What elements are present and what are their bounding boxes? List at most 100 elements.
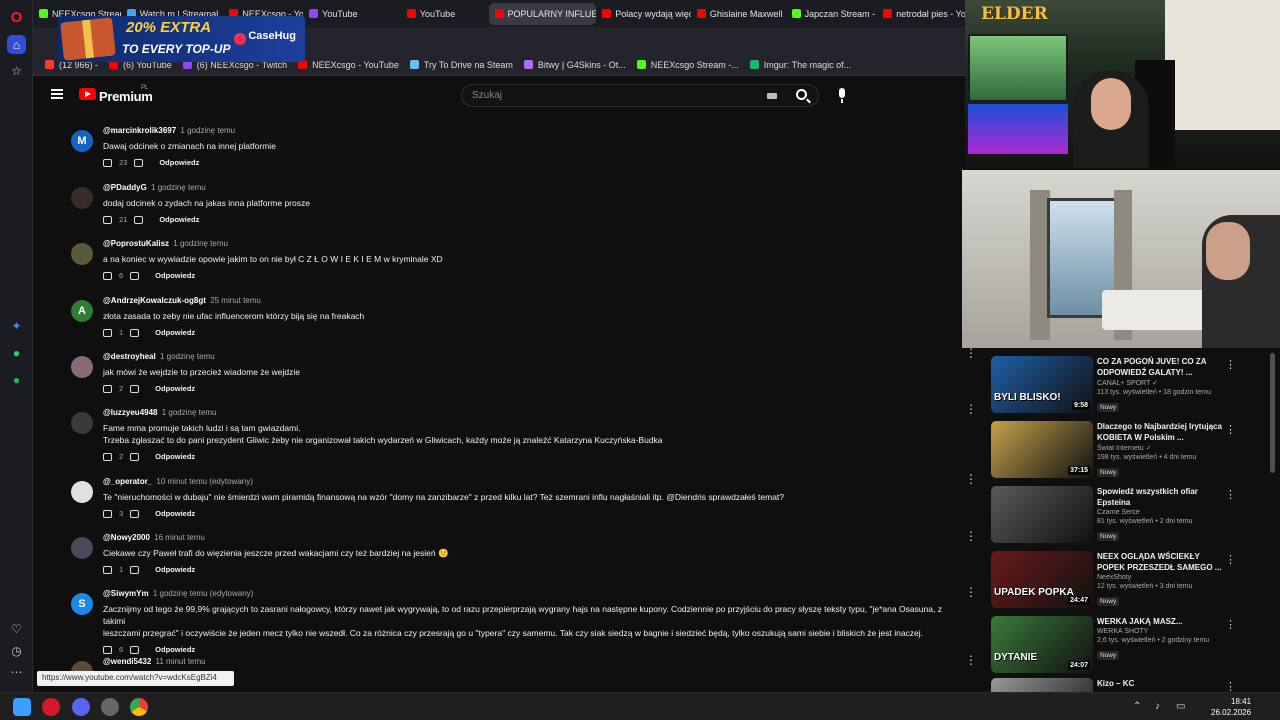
video-title[interactable]: NEEX OGLĄDA WŚCIEKŁY POPEK PRZESZEDŁ SAM…: [1097, 551, 1222, 573]
comment-author[interactable]: @wendi5432: [103, 657, 151, 666]
video-thumbnail[interactable]: BYLI BLISKO! 9:58: [991, 356, 1093, 413]
comment-author[interactable]: @SiwymYm: [103, 589, 149, 598]
comment-author[interactable]: @PoprostuKalisz: [103, 239, 169, 248]
browser-tab[interactable]: Japczan Stream - V: [786, 3, 877, 25]
reply-button[interactable]: Odpowiedz: [155, 645, 195, 654]
avatar[interactable]: [71, 481, 93, 503]
reply-button[interactable]: Odpowiedz: [155, 384, 195, 393]
recommended-video[interactable]: BYLI BLISKO! 9:58 CO ZA POGOŃ JUVE! CO ZA …: [991, 356, 1271, 416]
dislike-icon[interactable]: [130, 509, 140, 518]
browser-tab[interactable]: YouTube: [303, 3, 401, 25]
windows-start-icon[interactable]: [13, 698, 31, 716]
casehug-ad-banner[interactable]: 20% EXTRA TO EVERY TOP-UP CaseHug: [58, 16, 305, 62]
recommended-video[interactable]: Spowiedź wszystkich ofiar Epsteina Czarne…: [991, 486, 1271, 546]
dislike-icon[interactable]: [130, 452, 140, 461]
youtube-brand[interactable]: Premium: [99, 89, 153, 104]
reply-button[interactable]: Odpowiedz: [155, 271, 195, 280]
whatsapp-icon[interactable]: ●: [7, 343, 26, 362]
youtube-logo-icon[interactable]: [79, 88, 96, 100]
avatar[interactable]: [71, 356, 93, 378]
video-menu-icon[interactable]: ⋮: [1225, 423, 1236, 436]
like-icon[interactable]: [103, 565, 112, 574]
comment-author[interactable]: @marcinkrolik3697: [103, 126, 176, 135]
avatar[interactable]: [71, 537, 93, 559]
settings-taskbar-icon[interactable]: [101, 698, 119, 716]
comment-menu-icon[interactable]: ⋮: [965, 653, 977, 667]
comment-time[interactable]: 10 minut temu (edytowany): [156, 477, 253, 486]
comment-menu-icon[interactable]: ⋮: [965, 529, 977, 543]
dislike-icon[interactable]: [130, 565, 140, 574]
video-menu-icon[interactable]: ⋮: [1225, 488, 1236, 501]
video-menu-icon[interactable]: ⋮: [1225, 618, 1236, 631]
video-menu-icon[interactable]: ⋮: [1225, 553, 1236, 566]
channel-name[interactable]: Świat Internetu ✓: [1097, 444, 1222, 452]
comment-menu-icon[interactable]: ⋮: [965, 346, 977, 360]
comment-author[interactable]: @luzzyeu4948: [103, 408, 158, 417]
video-thumbnail[interactable]: [991, 678, 1093, 692]
comment-time[interactable]: 1 godzinę temu: [180, 126, 235, 135]
more-icon[interactable]: ⋯: [7, 662, 26, 681]
channel-name[interactable]: Czarne Serce: [1097, 509, 1222, 516]
video-thumbnail[interactable]: [991, 486, 1093, 543]
bookmark-item[interactable]: NEEXcsgo - YouTube: [298, 60, 399, 70]
comment-time[interactable]: 1 godzinę temu: [162, 408, 217, 417]
browser-tab[interactable]: YouTube: [401, 3, 489, 25]
comment-time[interactable]: 11 minut temu: [156, 657, 206, 666]
video-title[interactable]: WERKA JAKĄ MASZ...: [1097, 616, 1222, 627]
comment-time[interactable]: 1 godzinę temu (edytowany): [153, 589, 254, 598]
video-title[interactable]: Spowiedź wszystkich ofiar Epsteina: [1097, 486, 1222, 508]
home-icon[interactable]: ⌂: [7, 35, 26, 54]
dislike-icon[interactable]: [130, 384, 140, 393]
dislike-icon[interactable]: [130, 328, 140, 337]
like-icon[interactable]: [103, 215, 112, 224]
like-icon[interactable]: [103, 509, 112, 518]
comment-time[interactable]: 25 minut temu: [210, 296, 261, 305]
microphone-icon[interactable]: [832, 86, 852, 106]
video-title[interactable]: Kizo – KC: [1097, 678, 1222, 689]
like-icon[interactable]: [103, 158, 112, 167]
video-menu-icon[interactable]: ⋮: [1225, 680, 1236, 692]
video-thumbnail[interactable]: UPADEK POPKA 24:47: [991, 551, 1093, 608]
chrome-taskbar-icon[interactable]: [130, 698, 148, 716]
reply-button[interactable]: Odpowiedz: [155, 509, 195, 518]
video-thumbnail[interactable]: 37:15: [991, 421, 1093, 478]
search-box[interactable]: Szukaj: [461, 84, 819, 107]
video-title[interactable]: CO ZA POGOŃ JUVE! CO ZA ODPOWIEDŹ GALATY…: [1097, 356, 1222, 378]
avatar[interactable]: M: [71, 130, 93, 152]
avatar[interactable]: [71, 243, 93, 265]
channel-name[interactable]: CANAL+ SPORT ✓: [1097, 379, 1222, 387]
mic-tray-icon[interactable]: ♪: [1155, 701, 1160, 712]
discord-taskbar-icon[interactable]: [72, 698, 90, 716]
browser-tab[interactable]: Polacy wydają więc: [596, 3, 691, 25]
comment-author[interactable]: @AndrzejKowalczuk-og8gt: [103, 296, 206, 305]
like-icon[interactable]: [103, 452, 112, 461]
like-icon[interactable]: [103, 328, 112, 337]
comment-author[interactable]: @PDaddyG: [103, 183, 147, 192]
avatar[interactable]: A: [71, 300, 93, 322]
browser-tab[interactable]: Ghislaine Maxwell: [691, 3, 786, 25]
comment-time[interactable]: 16 minut temu: [154, 533, 205, 542]
recommended-video[interactable]: Kizo – KC ⋮: [991, 678, 1271, 692]
comment-menu-icon[interactable]: ⋮: [965, 585, 977, 599]
dislike-icon[interactable]: [130, 271, 140, 280]
like-icon[interactable]: [103, 384, 112, 393]
reply-button[interactable]: Odpowiedz: [155, 452, 195, 461]
comment-author[interactable]: @Nowy2000: [103, 533, 150, 542]
recommended-video[interactable]: DYTANIE 24:07 WERKA JAKĄ MASZ... WERKA SHOT…: [991, 616, 1271, 676]
bookmark-item[interactable]: Imgur: The magic of...: [749, 60, 851, 70]
comment-author[interactable]: @destroyheal: [103, 352, 156, 361]
video-title[interactable]: Dlaczego to Najbardziej Irytująca KOBIET…: [1097, 421, 1222, 443]
keyboard-icon[interactable]: [767, 93, 777, 99]
video-menu-icon[interactable]: ⋮: [1225, 358, 1236, 371]
avatar[interactable]: [71, 187, 93, 209]
dislike-icon[interactable]: [134, 158, 144, 167]
heart-icon[interactable]: ♡: [7, 619, 26, 638]
opera-logo-icon[interactable]: O: [7, 8, 26, 27]
opera-taskbar-icon[interactable]: [42, 698, 60, 716]
comment-menu-icon[interactable]: ⋮: [965, 472, 977, 486]
comment-author[interactable]: @_operator_: [103, 477, 152, 486]
bookmark-item[interactable]: NEEXcsgo Stream -...: [636, 60, 739, 70]
reply-button[interactable]: Odpowiedz: [155, 565, 195, 574]
search-icon[interactable]: [796, 89, 807, 100]
avatar[interactable]: [71, 412, 93, 434]
